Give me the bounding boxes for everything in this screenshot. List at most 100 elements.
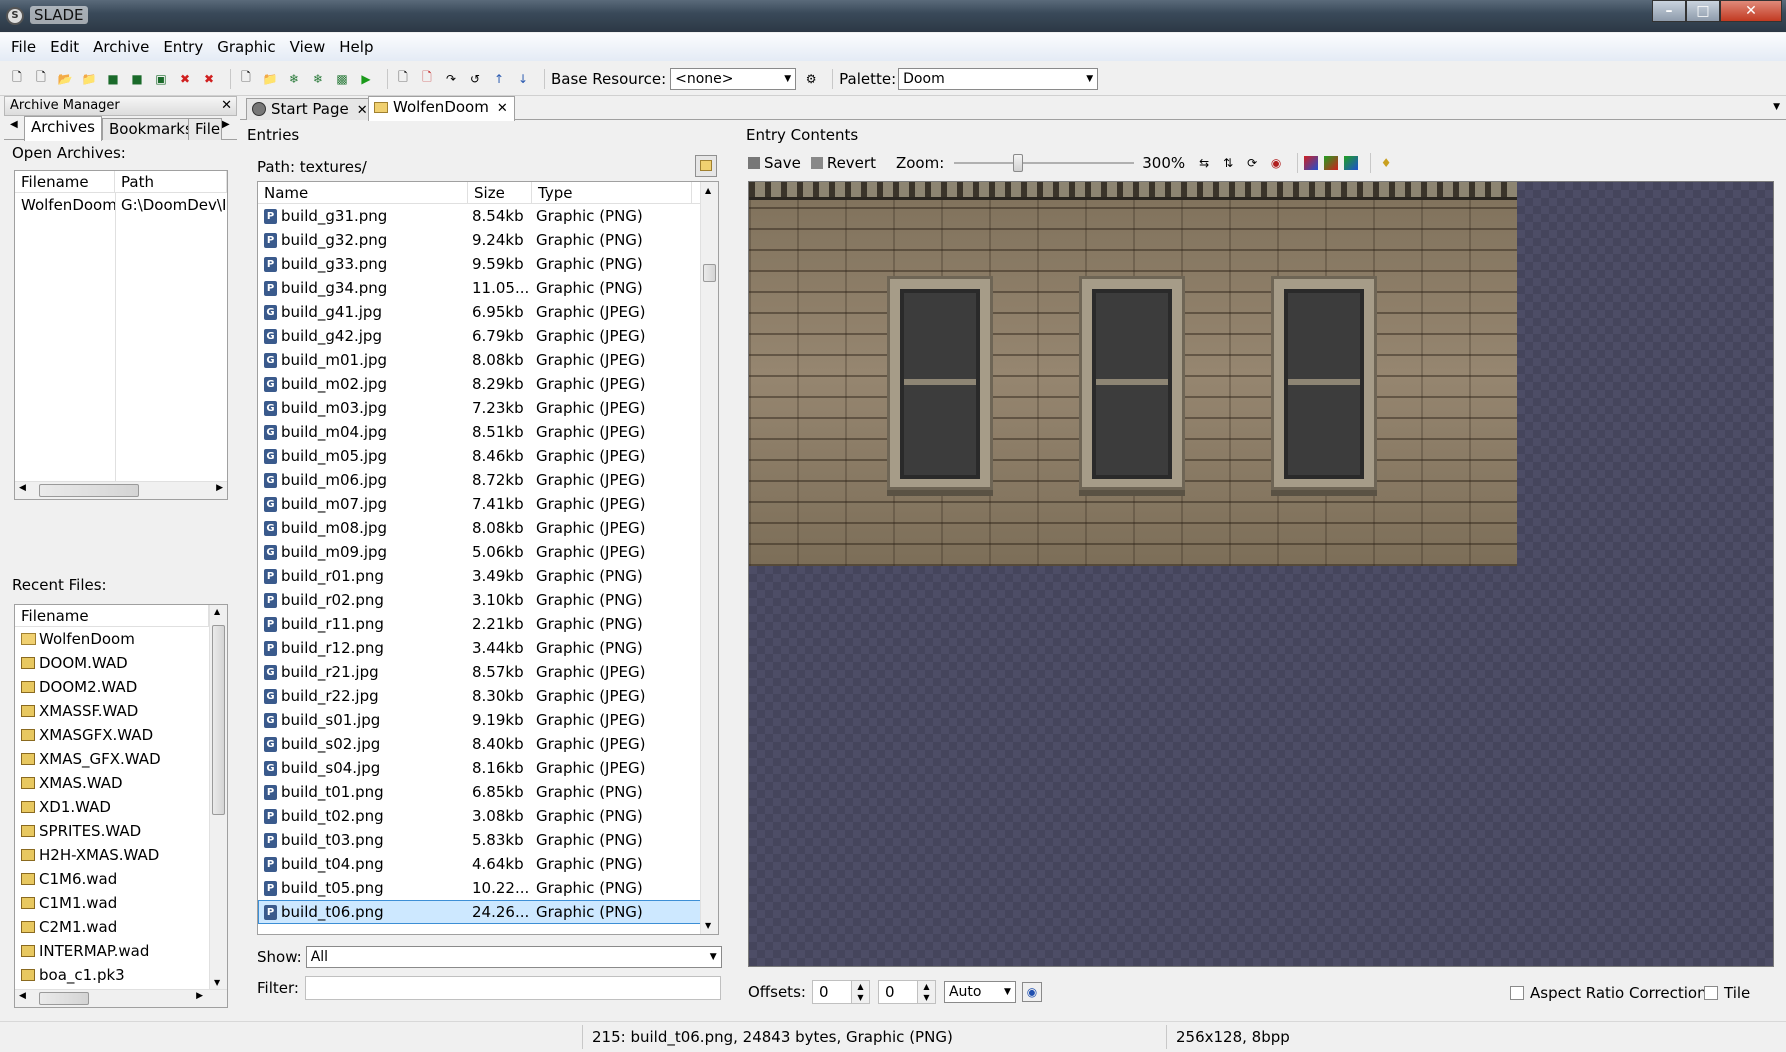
open-archives-list[interactable]: Filename Path WolfenDoom G:\DoomDev\Pr ◀…: [14, 170, 228, 500]
list-item[interactable]: XD1.WAD: [15, 795, 227, 819]
column-header-path[interactable]: Path: [115, 171, 227, 192]
offset-x-input[interactable]: 0: [811, 980, 852, 1004]
table-row[interactable]: Pbuild_t05.png 10.22... Graphic (PNG): [258, 876, 718, 900]
new-entry-icon[interactable]: 🗋: [237, 70, 255, 88]
save-as-icon[interactable]: ■: [128, 70, 146, 88]
table-row[interactable]: Gbuild_s01.jpg 9.19kb Graphic (JPEG): [258, 708, 718, 732]
save-all-icon[interactable]: ▣: [152, 70, 170, 88]
table-row[interactable]: Gbuild_m06.jpg 8.72kb Graphic (JPEG): [258, 468, 718, 492]
scroll-down-icon[interactable]: ▼: [705, 921, 711, 930]
table-row[interactable]: Gbuild_g41.jpg 6.95kb Graphic (JPEG): [258, 300, 718, 324]
scroll-right-icon[interactable]: ▶: [196, 991, 203, 1001]
table-row[interactable]: Pbuild_t02.png 3.08kb Graphic (PNG): [258, 804, 718, 828]
copy-entry-icon[interactable]: 🗋: [394, 70, 412, 88]
show-dropdown[interactable]: All ▼: [305, 946, 722, 968]
menu-entry[interactable]: Entry: [156, 38, 210, 56]
aspect-ratio-option[interactable]: Aspect Ratio Correction: [1510, 984, 1707, 1002]
delete-entry-icon[interactable]: 🗋: [418, 70, 436, 88]
save-icon[interactable]: ■: [104, 70, 122, 88]
table-row[interactable]: Gbuild_m05.jpg 8.46kb Graphic (JPEG): [258, 444, 718, 468]
column-header-size[interactable]: Size: [468, 182, 532, 204]
table-row[interactable]: Gbuild_r21.jpg 8.57kb Graphic (JPEG): [258, 660, 718, 684]
base-resource-dropdown[interactable]: <none> ▼: [670, 67, 797, 90]
table-row[interactable]: Gbuild_m08.jpg 8.08kb Graphic (JPEG): [258, 516, 718, 540]
rotate-icon[interactable]: ⟳: [1243, 154, 1261, 172]
scroll-left-icon[interactable]: ◀: [19, 991, 26, 1001]
table-row[interactable]: Pbuild_r02.png 3.10kb Graphic (PNG): [258, 588, 718, 612]
menu-file[interactable]: File: [4, 38, 43, 56]
table-row[interactable]: Gbuild_m04.jpg 8.51kb Graphic (JPEG): [258, 420, 718, 444]
close-archive-icon[interactable]: ✖: [176, 70, 194, 88]
list-item[interactable]: WolfenDoom: [15, 627, 227, 651]
offset-y-input[interactable]: 0: [877, 980, 918, 1004]
scroll-down-icon[interactable]: ▼: [214, 978, 220, 987]
tile-option[interactable]: Tile: [1704, 984, 1750, 1002]
table-row[interactable]: Pbuild_r12.png 3.44kb Graphic (PNG): [258, 636, 718, 660]
save-entry-button[interactable]: Save: [748, 154, 801, 172]
new-zip-icon[interactable]: 🗋: [32, 70, 50, 88]
filter-input[interactable]: [304, 976, 721, 1000]
open-dir-icon[interactable]: 📁: [80, 70, 98, 88]
column-header-type[interactable]: Type: [532, 182, 692, 204]
offset-mode-dropdown[interactable]: Auto ▼: [943, 981, 1016, 1003]
table-row[interactable]: Pbuild_t01.png 6.85kb Graphic (PNG): [258, 780, 718, 804]
table-row[interactable]: Pbuild_t04.png 4.64kb Graphic (PNG): [258, 852, 718, 876]
tab-bookmarks[interactable]: Bookmarks: [102, 118, 200, 140]
list-item[interactable]: C1M1.wad: [15, 891, 227, 915]
map-editor-icon[interactable]: ▩: [333, 70, 351, 88]
list-item[interactable]: DOOM2.WAD: [15, 675, 227, 699]
table-row[interactable]: Gbuild_s02.jpg 8.40kb Graphic (JPEG): [258, 732, 718, 756]
close-panel-icon[interactable]: ✕: [221, 97, 232, 115]
move-up-icon[interactable]: ↑: [490, 70, 508, 88]
table-row[interactable]: Pbuild_g31.png 8.54kb Graphic (PNG): [258, 204, 718, 228]
table-row[interactable]: Pbuild_g33.png 9.59kb Graphic (PNG): [258, 252, 718, 276]
mirror-icon[interactable]: ⇆: [1195, 154, 1213, 172]
maximize-button[interactable]: □: [1686, 0, 1720, 22]
scroll-left-icon[interactable]: ◀: [19, 483, 26, 493]
gear-icon[interactable]: ⚙: [802, 70, 820, 88]
list-item[interactable]: H2H-XMAS.WAD: [15, 843, 227, 867]
table-row[interactable]: Gbuild_s04.jpg 8.16kb Graphic (JPEG): [258, 756, 718, 780]
table-row[interactable]: Gbuild_m09.jpg 5.06kb Graphic (JPEG): [258, 540, 718, 564]
offset-edit-button[interactable]: ◉: [1021, 982, 1042, 1002]
scroll-right-icon[interactable]: ▶: [216, 483, 223, 493]
new-folder-icon[interactable]: 📁: [261, 70, 279, 88]
vertical-scrollbar[interactable]: ▲ ▼: [209, 605, 227, 989]
menu-graphic[interactable]: Graphic: [210, 38, 282, 56]
list-item[interactable]: INTERMAP.wad: [15, 939, 227, 963]
scroll-up-icon[interactable]: ▲: [705, 186, 711, 195]
vertical-scrollbar[interactable]: ▲ ▼: [700, 182, 718, 934]
new-wad-icon[interactable]: 🗋: [8, 70, 26, 88]
tint-icon[interactable]: [1324, 156, 1339, 170]
table-row[interactable]: Pbuild_g34.png 11.05... Graphic (PNG): [258, 276, 718, 300]
close-tab-icon[interactable]: ✕: [497, 101, 508, 116]
close-tab-icon[interactable]: ✕: [357, 103, 368, 118]
export-icon[interactable]: ↷: [442, 70, 460, 88]
up-directory-button[interactable]: [695, 155, 717, 177]
open-icon[interactable]: 📂: [56, 70, 74, 88]
tab-menu-icon[interactable]: ▼: [1773, 102, 1780, 112]
list-item[interactable]: DOOM.WAD: [15, 651, 227, 675]
table-row[interactable]: Pbuild_r11.png 2.21kb Graphic (PNG): [258, 612, 718, 636]
recent-files-list[interactable]: Filename WolfenDoom DOOM.WAD DOOM2.WAD XMAS…: [14, 604, 228, 1008]
list-item[interactable]: XMASSF.WAD: [15, 699, 227, 723]
tab-start-page[interactable]: Start Page ✕: [246, 98, 375, 120]
column-header-filename[interactable]: Filename: [15, 171, 115, 192]
move-down-icon[interactable]: ↓: [514, 70, 532, 88]
list-item[interactable]: C1M6.wad: [15, 867, 227, 891]
rename-icon[interactable]: ↺: [466, 70, 484, 88]
close-all-icon[interactable]: ✖: [200, 70, 218, 88]
table-row[interactable]: Gbuild_m07.jpg 7.41kb Graphic (JPEG): [258, 492, 718, 516]
list-item[interactable]: XMASGFX.WAD: [15, 723, 227, 747]
table-row[interactable]: Gbuild_m03.jpg 7.23kb Graphic (JPEG): [258, 396, 718, 420]
list-item[interactable]: boa_c1.pk3: [15, 963, 227, 987]
palette-dropdown[interactable]: Doom ▼: [898, 67, 1099, 90]
crop-icon[interactable]: ♦: [1377, 154, 1395, 172]
table-row[interactable]: Gbuild_m01.jpg 8.08kb Graphic (JPEG): [258, 348, 718, 372]
table-row[interactable]: Pbuild_t03.png 5.83kb Graphic (PNG): [258, 828, 718, 852]
column-header-filename[interactable]: Filename: [15, 605, 209, 626]
list-item[interactable]: XMAS.WAD: [15, 771, 227, 795]
list-item[interactable]: XMAS_GFX.WAD: [15, 747, 227, 771]
flip-icon[interactable]: ⇅: [1219, 154, 1237, 172]
aspect-ratio-checkbox[interactable]: [1510, 986, 1524, 1000]
